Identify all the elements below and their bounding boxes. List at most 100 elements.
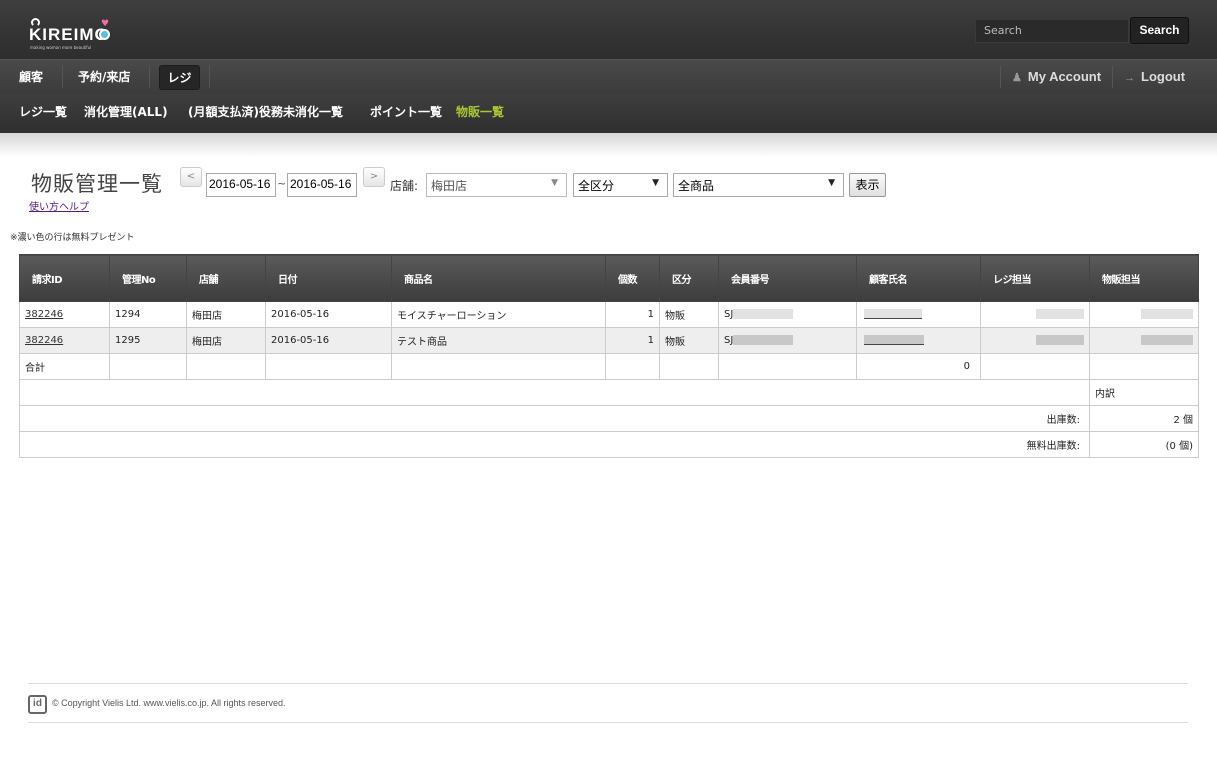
column-header[interactable]: 個数 [605,254,660,302]
redacted-register-staff [1036,335,1084,345]
store-select[interactable]: 梅田店 ▼ [426,173,567,197]
redacted-register-staff [1036,309,1084,319]
user-icon: ♟ [1012,72,1022,84]
product-cell: モイスチャーローション [391,301,606,328]
nav-shadow [0,133,1217,157]
store-cell: 梅田店 [186,301,266,328]
subnav-consumption-all[interactable]: 消化管理(ALL) [84,94,168,130]
search-input[interactable]: Search [975,19,1129,43]
member-no-prefix: SJ [724,309,734,320]
logout-link[interactable]: → Logout [1124,60,1185,94]
register-staff-cell [980,301,1090,328]
search-button[interactable]: Search [1130,17,1189,44]
table-header-row: 請求ID 管理No 店舗 日付 商品名 個数 区分 会員番号 顧客氏名 レジ担当… [19,254,1199,302]
breakdown-row: 内訳 [19,379,1199,406]
category-select-value: 全区分 [578,179,615,193]
main-nav: 顧客 予約/来店 レジ ♟ My Account → Logout [0,59,1217,94]
empty-cell [605,353,660,380]
my-account-label: My Account [1027,69,1102,84]
sales-staff-cell [1089,327,1199,354]
column-header[interactable]: 管理No [109,254,187,302]
register-staff-cell [980,327,1090,354]
column-header[interactable]: 店舗 [186,254,266,302]
invoice-id-link[interactable]: 382246 [25,335,63,346]
date-to-input[interactable]: 2016-05-16 [287,173,357,197]
shipped-label: 出庫数: [19,405,1090,432]
help-link[interactable]: 使い方ヘルプ [29,198,89,213]
copyright-text: © Copyright Vielis Ltd. www.vielis.co.jp… [52,698,286,708]
table-row: 382246 1294 梅田店 2016-05-16 モイスチャーローション 1… [19,301,1199,328]
column-header[interactable]: 顧客氏名 [856,254,981,302]
invoice-id-cell: 382246 [19,301,110,328]
product-sales-table: 請求ID 管理No 店舗 日付 商品名 個数 区分 会員番号 顧客氏名 レジ担当… [19,254,1199,458]
show-button[interactable]: 表示 [849,173,886,197]
column-header[interactable]: 商品名 [391,254,606,302]
kireimo-logo[interactable]: ♥ KIREIMO making woman more beautiful [29,17,119,51]
logo-tagline: making woman more beautiful [30,45,92,50]
caret-down-icon: ▼ [551,178,558,188]
store-cell: 梅田店 [186,327,266,354]
empty-cell [186,353,266,380]
product-select[interactable]: 全商品 ▼ [673,173,844,197]
qty-cell: 1 [605,327,660,354]
prev-date-button[interactable]: < [180,167,202,187]
subnav-points-list[interactable]: ポイント一覧 [370,94,442,130]
nav-divider [62,66,63,88]
free-shipped-value: (0 個) [1089,431,1199,458]
column-header[interactable]: 会員番号 [718,254,857,302]
date-cell: 2016-05-16 [265,327,392,354]
footer-divider [28,683,1188,684]
nav-reservation[interactable]: 予約/来店 [78,60,130,94]
nav-divider [1000,66,1001,88]
free-gift-note: ※濃い色の行は無料プレゼント [10,233,135,243]
date-from-input[interactable]: 2016-05-16 [206,173,276,197]
empty-cell [265,353,392,380]
shipped-value: 2 個 [1089,405,1199,432]
nav-divider [1112,66,1113,88]
drop-icon [99,29,110,40]
subnav-register-list[interactable]: レジ一覧 [19,94,67,130]
empty-cell [980,353,1090,380]
my-account-link[interactable]: ♟ My Account [1012,60,1101,94]
category-select[interactable]: 全区分 ▼ [573,173,668,197]
page-title: 物販管理一覧 [31,172,163,196]
nav-customer[interactable]: 顧客 [19,60,43,94]
subnav-unconsumed-list[interactable]: (月額支払済)役務未消化一覧 [188,94,343,130]
empty-cell [19,379,1090,406]
redacted-member-no [733,309,794,319]
store-label: 店舗: [390,179,419,193]
invoice-id-link[interactable]: 382246 [25,309,63,320]
table-row: 382246 1295 梅田店 2016-05-16 テスト商品 1 物販 SJ [19,327,1199,354]
subnav-product-sales-list[interactable]: 物販一覧 [456,94,504,130]
nav-divider [209,66,210,88]
nav-divider [149,66,150,88]
redacted-customer-name-link[interactable] [864,309,922,319]
column-header[interactable]: 区分 [659,254,719,302]
date-separator: ~ [277,177,287,190]
next-date-button[interactable]: > [363,167,385,187]
chevron-left-icon: < [186,171,196,182]
empty-cell [391,353,606,380]
column-header[interactable]: 請求ID [19,254,110,302]
customer-name-cell [856,327,981,354]
redacted-member-no [733,335,794,345]
total-value: 0 [856,353,981,380]
top-header: ♥ KIREIMO making woman more beautiful Se… [0,0,1217,59]
member-no-cell: SJ [718,301,857,328]
free-shipped-label: 無料出庫数: [19,431,1090,458]
column-header[interactable]: 物販担当 [1089,254,1199,302]
nav-register[interactable]: レジ [159,65,200,90]
member-no-cell: SJ [718,327,857,354]
mgmt-no-cell: 1295 [109,327,187,354]
mgmt-no-cell: 1294 [109,301,187,328]
customer-name-cell [856,301,981,328]
redacted-customer-name-link[interactable] [864,335,924,345]
sub-nav: レジ一覧 消化管理(ALL) (月額支払済)役務未消化一覧 ポイント一覧 物販一… [0,94,1217,133]
product-cell: テスト商品 [391,327,606,354]
category-cell: 物販 [659,327,719,354]
column-header[interactable]: 日付 [265,254,392,302]
logo-text: KIREIMO [29,25,109,44]
column-header[interactable]: レジ担当 [980,254,1090,302]
footer-divider [28,722,1188,723]
empty-cell [659,353,719,380]
